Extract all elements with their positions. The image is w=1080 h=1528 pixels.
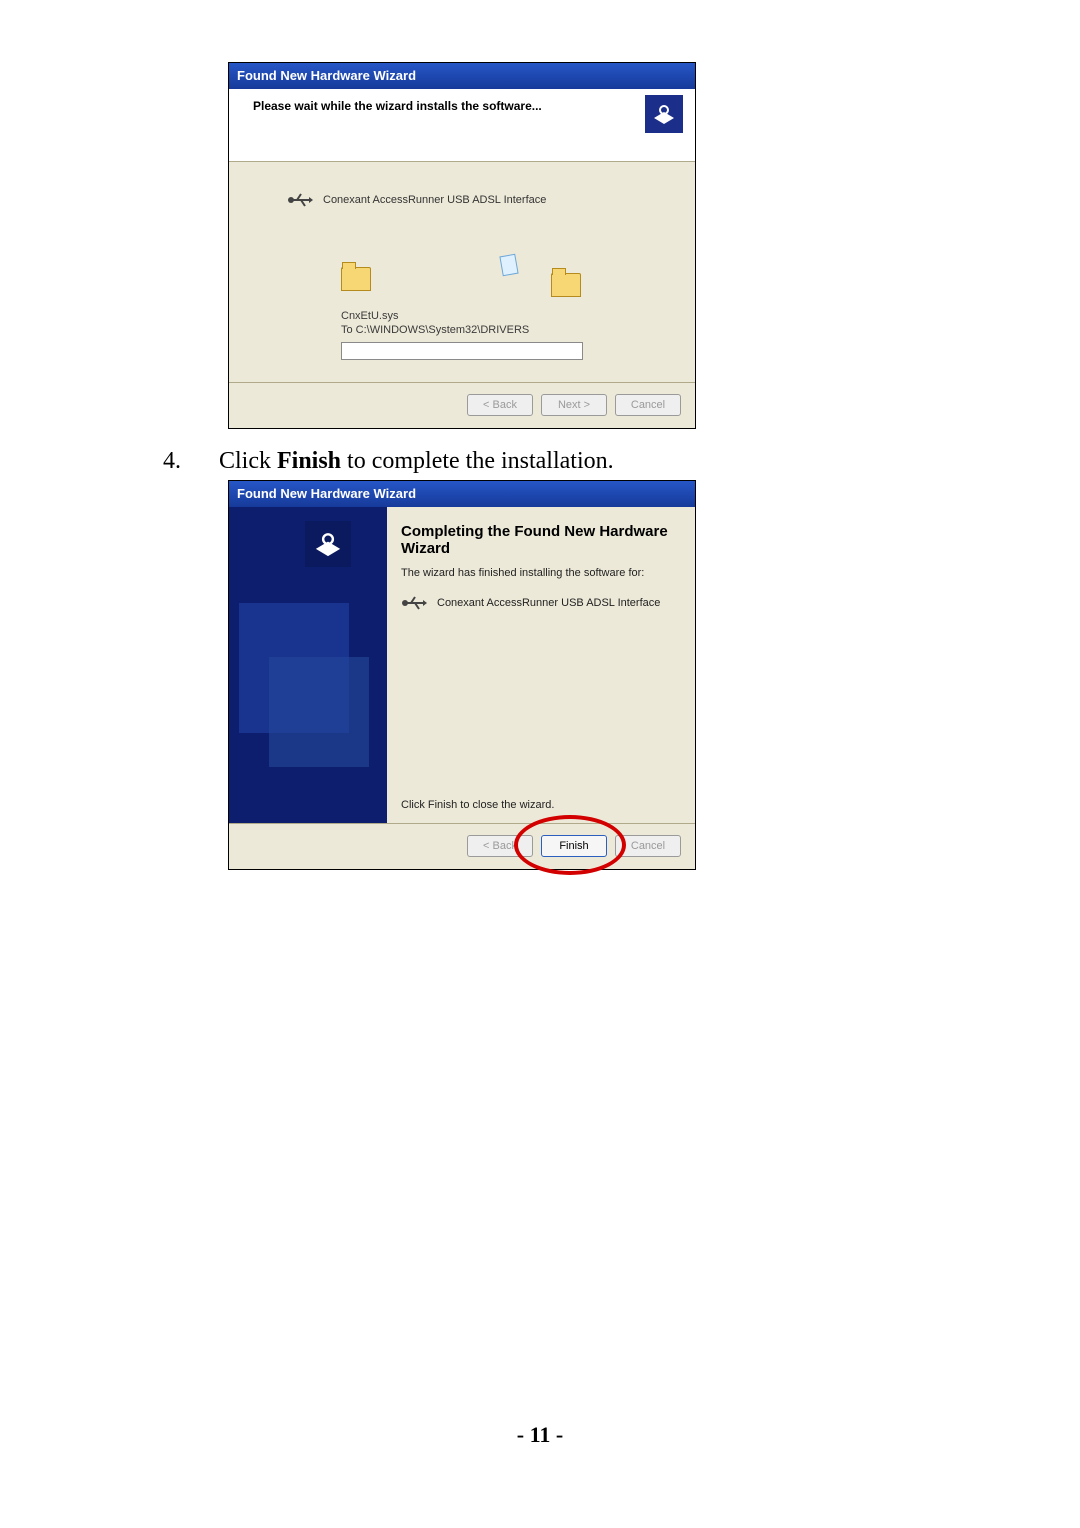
step-text-post: to complete the installation.: [341, 448, 614, 474]
next-button: Next >: [541, 394, 607, 416]
header-text: Please wait while the wizard installs th…: [253, 99, 542, 113]
cancel-button[interactable]: Cancel: [615, 394, 681, 416]
back-button: < Back: [467, 835, 533, 857]
flying-file-icon: [499, 254, 518, 276]
usb-icon: [401, 593, 427, 613]
source-folder-icon: [341, 267, 371, 291]
titlebar: Found New Hardware Wizard: [229, 63, 695, 89]
progress-bar: [341, 342, 583, 360]
device-row: Conexant AccessRunner USB ADSL Interface: [287, 190, 546, 210]
step-text-bold: Finish: [277, 448, 341, 474]
dialog-header: Please wait while the wizard installs th…: [229, 89, 695, 162]
step-number: 4.: [163, 448, 219, 475]
step-text-pre: Click: [219, 448, 277, 474]
document-page: Found New Hardware Wizard Please wait wh…: [0, 0, 1080, 1528]
step-4-instruction: 4.Click Finish to complete the installat…: [163, 448, 614, 475]
wizard-installing-dialog: Found New Hardware Wizard Please wait wh…: [228, 62, 696, 429]
copy-animation: [341, 267, 601, 307]
file-name-label: CnxEtU.sys: [341, 310, 398, 322]
button-row: < Back Finish Cancel: [229, 823, 695, 868]
device-row: Conexant AccessRunner USB ADSL Interface: [401, 593, 681, 613]
install-icon: [305, 521, 351, 567]
page-number: - 11 -: [0, 1422, 1080, 1448]
finish-button[interactable]: Finish: [541, 835, 607, 857]
dialog-main: Completing the Found New Hardware Wizard…: [387, 507, 695, 823]
sidebar-graphic: [229, 507, 387, 823]
device-name: Conexant AccessRunner USB ADSL Interface: [437, 597, 660, 609]
completing-heading: Completing the Found New Hardware Wizard: [401, 523, 681, 557]
back-button: < Back: [467, 394, 533, 416]
button-row: < Back Next > Cancel: [229, 382, 695, 427]
usb-icon: [287, 190, 313, 210]
titlebar: Found New Hardware Wizard: [229, 481, 695, 507]
destination-label: To C:\WINDOWS\System32\DRIVERS: [341, 324, 529, 336]
install-icon: [645, 95, 683, 133]
wizard-completing-dialog: Found New Hardware Wizard Completing the…: [228, 480, 696, 870]
close-hint: Click Finish to close the wizard.: [401, 799, 554, 811]
cancel-button: Cancel: [615, 835, 681, 857]
dest-folder-icon: [551, 273, 581, 297]
device-name: Conexant AccessRunner USB ADSL Interface: [323, 194, 546, 206]
dialog-content: Completing the Found New Hardware Wizard…: [229, 507, 695, 823]
finished-text: The wizard has finished installing the s…: [401, 567, 681, 579]
dialog-body: Conexant AccessRunner USB ADSL Interface…: [229, 162, 695, 382]
